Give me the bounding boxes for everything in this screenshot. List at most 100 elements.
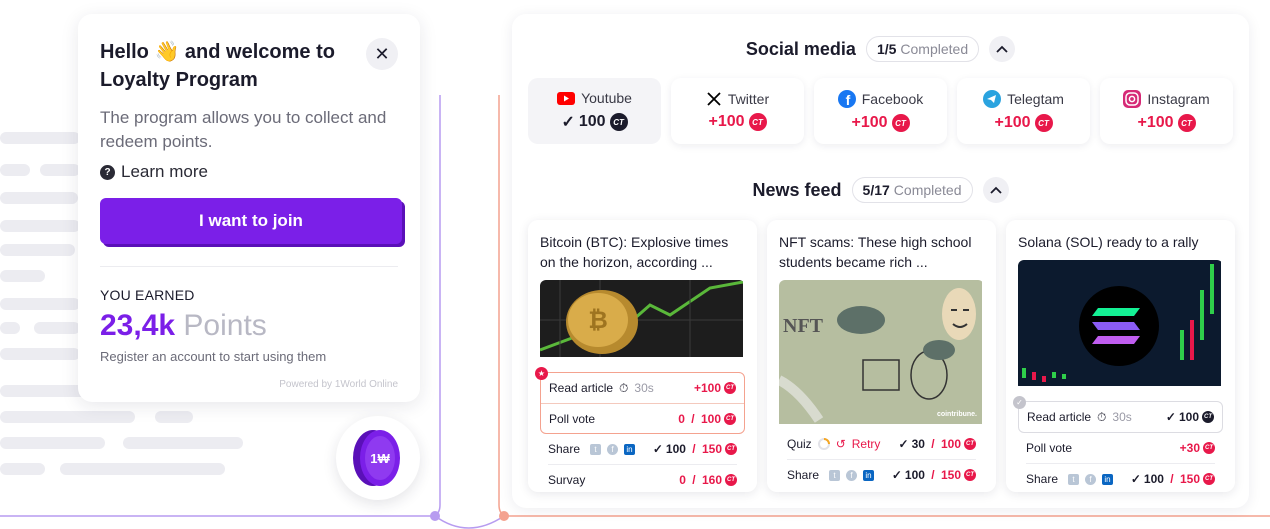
task-row-quiz[interactable]: Quiz ↺ Retry ✓ 30 / 100 CT — [779, 429, 984, 459]
points-unit: Points — [183, 309, 267, 342]
svg-text:f: f — [845, 92, 850, 108]
twitter-icon[interactable]: t — [1068, 473, 1080, 485]
timer-icon: ⏱ — [619, 380, 629, 395]
chevron-up-icon — [989, 186, 1002, 194]
task-value: +100 — [693, 381, 721, 395]
task-row-share[interactable]: Share t f in ✓ 100 / 150 CT — [1018, 464, 1223, 494]
news-card-title: NFT scams: These high school students be… — [779, 234, 972, 270]
twitter-icon[interactable]: t — [590, 443, 602, 455]
task-timer: 30s — [1112, 410, 1132, 424]
retry-link[interactable]: Retry — [852, 437, 881, 451]
ct-coin-icon: CT — [1203, 473, 1215, 485]
instagram-icon — [1123, 90, 1142, 108]
learn-more-link[interactable]: ? Learn more — [100, 162, 398, 182]
task-row-poll-vote[interactable]: Poll vote 0 / 100 CT — [541, 403, 744, 433]
join-button[interactable]: I want to join — [100, 198, 402, 244]
facebook-icon[interactable]: f — [1085, 473, 1097, 485]
task-value: +30 — [1179, 441, 1200, 455]
task-value-total: 150 — [1179, 472, 1200, 486]
facebook-icon[interactable]: f — [607, 443, 619, 455]
facebook-icon[interactable]: f — [846, 469, 858, 481]
news-progress-badge: 5/17 Completed — [851, 177, 973, 203]
task-label: Read article — [1027, 410, 1092, 424]
solana-image — [1018, 260, 1223, 391]
social-item-instagram[interactable]: Instagram +100 CT — [1100, 78, 1233, 144]
svg-text:₿: ₿ — [588, 307, 608, 334]
social-reward: +100 — [994, 114, 1031, 131]
task-label: Read article — [549, 381, 614, 395]
ct-coin-icon: CT — [964, 469, 976, 481]
coin-glyph: 1₩ — [370, 451, 390, 466]
task-row-poll-vote[interactable]: Poll vote +30 CT — [1018, 433, 1223, 463]
social-item-twitter[interactable]: Twitter +100 CT — [671, 78, 804, 144]
news-card-title: Bitcoin (BTC): Explosive times on the ho… — [540, 234, 729, 270]
task-row-read-article[interactable]: Read article ⏱ 30s +100 CT — [541, 373, 744, 403]
task-value-current: 100 — [904, 468, 925, 482]
ct-coin-icon: CT — [1202, 411, 1214, 423]
news-card-nft[interactable]: NFT scams: These high school students be… — [767, 220, 996, 492]
close-button[interactable]: ✕ — [366, 38, 398, 70]
completed-task-group: ✓ Read article ⏱ 30s ✓ 100 CT — [1013, 396, 1223, 433]
task-label: Poll vote — [1026, 441, 1073, 455]
social-collapse-button[interactable] — [989, 36, 1016, 62]
task-label: Survay — [548, 473, 586, 487]
close-icon: ✕ — [374, 43, 390, 64]
task-value-current: 0 — [678, 411, 685, 426]
task-value-total: 160 — [701, 473, 722, 487]
social-progress-count: 1/5 — [876, 41, 897, 57]
social-name: Telegtam — [1007, 91, 1064, 107]
bitcoin-image: ₿ — [540, 280, 745, 362]
news-collapse-button[interactable] — [982, 177, 1009, 203]
ct-coin-icon: CT — [1034, 114, 1053, 132]
social-item-facebook[interactable]: f Facebook +100 CT — [814, 78, 947, 144]
news-card-bitcoin[interactable]: Bitcoin (BTC): Explosive times on the ho… — [528, 220, 757, 492]
ct-coin-icon: CT — [1177, 114, 1196, 132]
check-icon: ✓ — [652, 442, 663, 456]
twitter-icon[interactable]: t — [829, 469, 841, 481]
linkedin-icon[interactable]: in — [1102, 473, 1114, 485]
news-card-solana[interactable]: Solana (SOL) ready to a rally ✓ Read art… — [1006, 220, 1235, 492]
task-timer: 30s — [634, 381, 654, 395]
news-feed-title: News feed — [752, 179, 842, 200]
ct-coin-icon: CT — [964, 438, 976, 450]
check-icon: ✓ — [561, 114, 575, 131]
task-row-share[interactable]: Share t f in ✓ 100 / 150 CT — [540, 434, 745, 464]
divider — [100, 266, 398, 267]
task-row-share[interactable]: Share t f in ✓ 100 / 150 CT — [779, 460, 984, 490]
linkedin-icon[interactable]: in — [624, 443, 636, 455]
task-row-survey[interactable]: Survay 0 / 160 CT — [540, 465, 745, 495]
pinned-task-group: ★ Read article ⏱ 30s +100 CT Poll vote 0 … — [535, 367, 745, 434]
nft-image: NFT cointribune. — [779, 280, 984, 429]
task-value-current: 100 — [1143, 472, 1164, 486]
news-list: Bitcoin (BTC): Explosive times on the ho… — [528, 220, 1235, 492]
ct-coin-icon: CT — [725, 474, 737, 486]
task-label: Share — [1026, 472, 1059, 486]
loyalty-coin-button[interactable]: 1₩ — [336, 416, 420, 500]
points-display: 23,4k Points — [100, 309, 398, 343]
task-row-read-article[interactable]: Read article ⏱ 30s ✓ 100 CT — [1019, 402, 1222, 432]
nft-image-text: NFT — [783, 315, 824, 337]
register-hint: Register an account to start using them — [100, 349, 327, 364]
welcome-title: Hello 👋 and welcome to Loyalty Program — [100, 41, 335, 91]
retry-icon[interactable]: ↺ — [836, 437, 846, 451]
linkedin-icon[interactable]: in — [863, 469, 875, 481]
social-progress-label: Completed — [900, 41, 969, 57]
powered-by: Powered by 1World Online — [279, 379, 398, 390]
ct-coin-icon: CT — [609, 113, 628, 131]
ct-coin-icon: CT — [1203, 442, 1215, 454]
task-label: Poll vote — [549, 411, 596, 426]
social-item-telegram[interactable]: Telegtam +100 CT — [957, 78, 1090, 144]
tasks-panel: Social media 1/5 Completed Youtube ✓ 100… — [512, 14, 1249, 508]
timer-icon: ⏱ — [1097, 409, 1107, 424]
chevron-up-icon — [996, 45, 1008, 53]
welcome-card: Hello 👋 and welcome to Loyalty Program ✕… — [78, 14, 420, 402]
news-progress-label: Completed — [893, 182, 962, 198]
star-icon: ★ — [535, 367, 548, 380]
ct-coin-icon: CT — [724, 382, 736, 394]
social-media-title: Social media — [745, 38, 856, 59]
social-item-youtube[interactable]: Youtube ✓ 100 CT — [528, 78, 661, 144]
help-icon: ? — [100, 164, 115, 180]
check-icon: ✓ — [1165, 410, 1176, 424]
task-label: Share — [787, 468, 820, 482]
ct-coin-icon: CT — [724, 412, 736, 425]
